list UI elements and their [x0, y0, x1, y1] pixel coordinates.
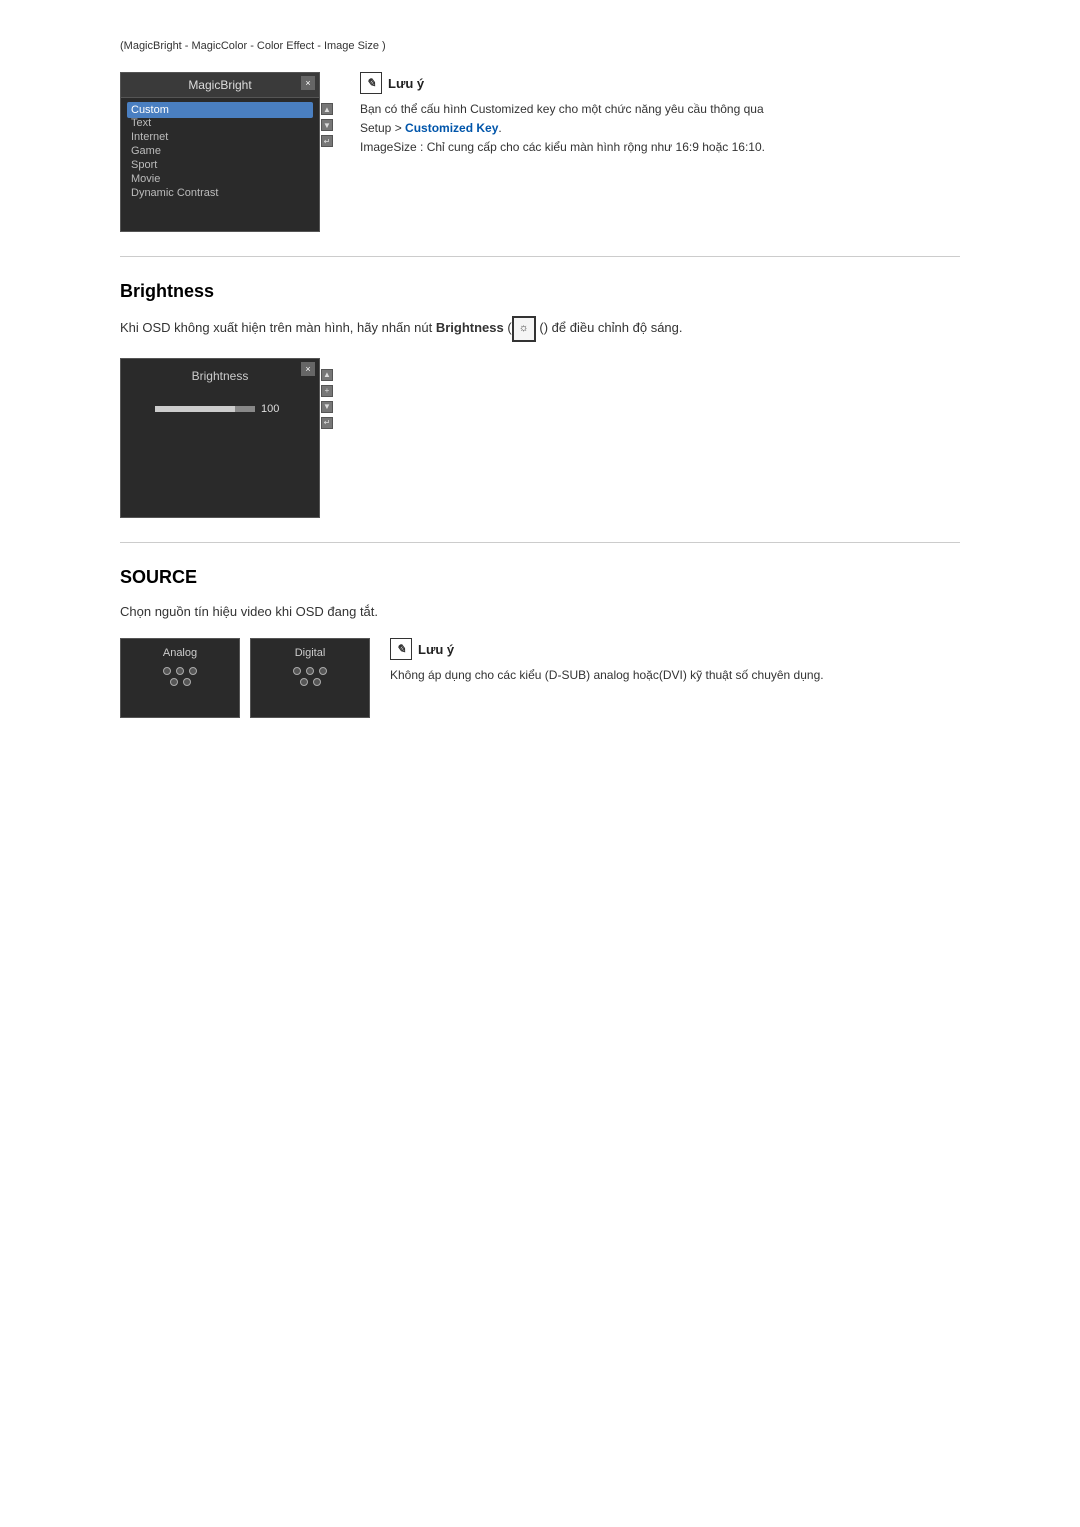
- source-analog-ports: [163, 667, 197, 686]
- note-line2-prefix: Setup >: [360, 121, 405, 135]
- source-port-2: [176, 667, 184, 675]
- source-digital-ports: [293, 667, 327, 686]
- osd-menu-item-game[interactable]: Game: [131, 144, 309, 158]
- source-dport-3: [319, 667, 327, 675]
- osd-menu-item-sport[interactable]: Sport: [131, 158, 309, 172]
- source-port-3: [189, 667, 197, 675]
- osd-menu-item-text[interactable]: Text: [131, 116, 309, 130]
- magic-bright-note: ✎ Lưu ý Bạn có thể cấu hình Customized k…: [360, 72, 960, 158]
- source-analog-osd: Analog: [120, 638, 240, 718]
- source-note: ✎ Lưu ý Không áp dụng cho các kiểu (D-SU…: [390, 638, 960, 685]
- brightness-side-buttons: ▲ + ▼ ↵: [321, 359, 333, 429]
- brightness-btn-right[interactable]: +: [321, 385, 333, 397]
- source-note-header: ✎ Lưu ý: [390, 638, 960, 660]
- breadcrumb: (MagicBright - MagicColor - Color Effect…: [120, 40, 960, 52]
- note-title: Lưu ý: [388, 76, 424, 91]
- magic-bright-section: MagicBright × Custom Text Internet Game …: [120, 72, 960, 232]
- source-body: Chọn nguồn tín hiệu video khi OSD đang t…: [120, 602, 960, 623]
- osd-menu-item-dynamic-contrast[interactable]: Dynamic Contrast: [131, 186, 309, 200]
- brightness-body-prefix: Khi OSD không xuất hiện trên màn hình, h…: [120, 320, 436, 335]
- brightness-title: Brightness: [120, 281, 960, 302]
- note-header: ✎ Lưu ý: [360, 72, 960, 94]
- source-title: SOURCE: [120, 567, 960, 588]
- note-line1: Bạn có thể cấu hình Customized key cho m…: [360, 102, 764, 116]
- brightness-body-link: Brightness: [436, 320, 504, 335]
- source-note-title: Lưu ý: [418, 642, 454, 657]
- source-digital-port-row-1: [293, 667, 327, 675]
- source-port-1: [163, 667, 171, 675]
- brightness-osd: × Brightness 100 ▲ + ▼ ↵: [120, 358, 320, 518]
- source-dport-4: [300, 678, 308, 686]
- source-digital-label: Digital: [295, 647, 326, 659]
- source-port-5: [183, 678, 191, 686]
- brightness-slider-fill: [155, 406, 235, 412]
- source-section: SOURCE Chọn nguồn tín hiệu video khi OSD…: [120, 567, 960, 719]
- note-line3: ImageSize : Chỉ cung cấp cho các kiểu mà…: [360, 140, 765, 154]
- divider-2: [120, 542, 960, 543]
- osd-menu-item-movie[interactable]: Movie: [131, 172, 309, 186]
- osd-btn-up[interactable]: ▲: [321, 103, 333, 115]
- brightness-value: 100: [261, 403, 285, 415]
- brightness-section: Brightness Khi OSD không xuất hiện trên …: [120, 281, 960, 518]
- brightness-osd-area: × Brightness 100 ▲ + ▼ ↵: [120, 358, 960, 518]
- brightness-body-suffix: (: [536, 320, 544, 335]
- magic-bright-osd: MagicBright × Custom Text Internet Game …: [120, 72, 320, 232]
- brightness-paren-open: (: [504, 320, 512, 335]
- source-note-text: Không áp dụng cho các kiểu (D-SUB) analo…: [390, 666, 960, 685]
- source-port-4: [170, 678, 178, 686]
- brightness-close-button[interactable]: ×: [301, 362, 315, 376]
- source-dport-1: [293, 667, 301, 675]
- breadcrumb-text: (MagicBright - MagicColor - Color Effect…: [120, 40, 386, 52]
- osd-menu: Custom Text Internet Game Sport Movie Dy…: [121, 98, 319, 206]
- brightness-btn-down[interactable]: ▼: [321, 401, 333, 413]
- brightness-body-end: ) để điều chỉnh độ sáng.: [544, 320, 683, 335]
- brightness-btn-enter[interactable]: ↵: [321, 417, 333, 429]
- brightness-btn-up[interactable]: ▲: [321, 369, 333, 381]
- source-digital-port-row-2: [300, 678, 321, 686]
- osd-title: MagicBright: [121, 73, 319, 98]
- source-dport-2: [306, 667, 314, 675]
- note-line2-suffix: .: [498, 121, 501, 135]
- source-analog-label: Analog: [163, 647, 197, 659]
- brightness-button-icon[interactable]: ☼: [512, 316, 536, 342]
- brightness-slider-track[interactable]: [155, 406, 255, 412]
- note-text: Bạn có thể cấu hình Customized key cho m…: [360, 100, 960, 158]
- note-customized-key-link[interactable]: Customized Key: [405, 121, 498, 135]
- note-icon: ✎: [360, 72, 382, 94]
- osd-close-button[interactable]: ×: [301, 76, 315, 90]
- osd-menu-item-internet[interactable]: Internet: [131, 130, 309, 144]
- source-analog-port-row-2: [170, 678, 191, 686]
- source-analog-port-row-1: [163, 667, 197, 675]
- source-dport-5: [313, 678, 321, 686]
- source-area: Analog Digital: [120, 638, 960, 718]
- source-digital-osd: Digital: [250, 638, 370, 718]
- source-screens: Analog Digital: [120, 638, 370, 718]
- brightness-slider-row: 100: [131, 403, 309, 415]
- divider-1: [120, 256, 960, 257]
- source-note-icon: ✎: [390, 638, 412, 660]
- osd-btn-down[interactable]: ▼: [321, 119, 333, 131]
- osd-side-buttons: ▲ ▼ ↵: [321, 73, 333, 147]
- brightness-osd-title: Brightness: [192, 369, 249, 383]
- osd-btn-enter[interactable]: ↵: [321, 135, 333, 147]
- brightness-body: Khi OSD không xuất hiện trên màn hình, h…: [120, 316, 960, 342]
